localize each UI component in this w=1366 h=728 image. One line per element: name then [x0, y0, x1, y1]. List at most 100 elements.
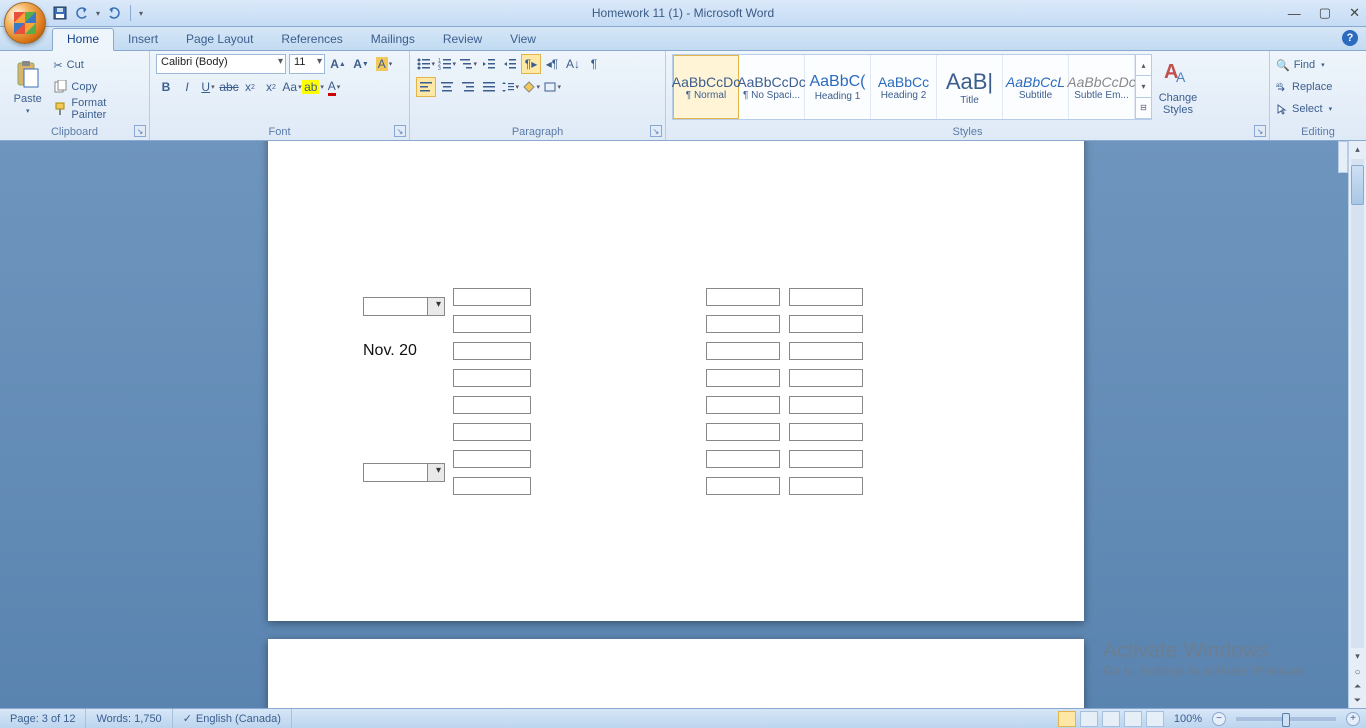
- change-case-button[interactable]: Aa: [282, 77, 302, 97]
- minimize-button[interactable]: —: [1288, 6, 1301, 21]
- tab-page-layout[interactable]: Page Layout: [172, 29, 267, 50]
- help-icon[interactable]: ?: [1342, 30, 1358, 46]
- status-words[interactable]: Words: 1,750: [86, 709, 172, 728]
- superscript-button[interactable]: x2: [261, 77, 281, 97]
- tab-references[interactable]: References: [267, 29, 356, 50]
- font-launcher[interactable]: ↘: [394, 125, 406, 137]
- grow-font-button[interactable]: A▲: [328, 54, 348, 74]
- account-input[interactable]: [453, 450, 531, 468]
- maximize-button[interactable]: ▢: [1319, 5, 1331, 21]
- style-subtitle[interactable]: AaBbCcLSubtitle: [1003, 55, 1069, 119]
- debit-input[interactable]: [706, 396, 780, 414]
- scroll-track[interactable]: [1351, 159, 1364, 648]
- account-input[interactable]: [453, 315, 531, 333]
- find-button[interactable]: 🔍Find▾: [1276, 54, 1325, 76]
- date-select[interactable]: [363, 463, 445, 482]
- font-color-button[interactable]: A: [324, 77, 344, 97]
- account-input[interactable]: [453, 342, 531, 360]
- style-heading-2[interactable]: AaBbCcHeading 2: [871, 55, 937, 119]
- account-input[interactable]: [453, 477, 531, 495]
- debit-input[interactable]: [706, 342, 780, 360]
- debit-input[interactable]: [706, 477, 780, 495]
- bold-button[interactable]: B: [156, 77, 176, 97]
- sort-button[interactable]: A↓: [563, 54, 583, 74]
- save-icon[interactable]: [52, 5, 68, 21]
- format-painter-button[interactable]: Format Painter: [53, 98, 143, 120]
- account-input[interactable]: [453, 369, 531, 387]
- web-layout-view[interactable]: [1102, 711, 1120, 727]
- date-select[interactable]: [363, 297, 445, 316]
- credit-input[interactable]: [789, 369, 863, 387]
- align-center-button[interactable]: [437, 77, 457, 97]
- paste-button[interactable]: Paste ▾: [6, 54, 49, 120]
- debit-input[interactable]: [706, 369, 780, 387]
- vertical-scrollbar[interactable]: ▴ ▾ ○ ⏶ ⏷: [1348, 141, 1366, 708]
- close-button[interactable]: ✕: [1349, 5, 1360, 21]
- style-normal[interactable]: AaBbCcDc¶ Normal: [673, 55, 739, 119]
- increase-indent-button[interactable]: [500, 54, 520, 74]
- qat-customize-icon[interactable]: ▾: [139, 9, 143, 18]
- tab-home[interactable]: Home: [52, 28, 114, 51]
- paragraph-launcher[interactable]: ↘: [650, 125, 662, 137]
- credit-input[interactable]: [789, 477, 863, 495]
- print-layout-view[interactable]: [1058, 711, 1076, 727]
- style-no-spacing[interactable]: AaBbCcDc¶ No Spaci...: [739, 55, 805, 119]
- gallery-up-icon[interactable]: ▴: [1136, 55, 1151, 76]
- zoom-level[interactable]: 100%: [1174, 713, 1202, 725]
- account-input[interactable]: [453, 288, 531, 306]
- show-marks-button[interactable]: ¶: [584, 54, 604, 74]
- redo-icon[interactable]: [106, 5, 122, 21]
- document-page-4[interactable]: Closing entries: Date Account Titles and…: [268, 639, 1084, 708]
- strikethrough-button[interactable]: abc: [219, 77, 239, 97]
- scroll-up-icon[interactable]: ▴: [1349, 141, 1366, 157]
- style-heading-1[interactable]: AaBbC(Heading 1: [805, 55, 871, 119]
- ruler-toggle[interactable]: [1338, 141, 1348, 173]
- shrink-font-button[interactable]: A▼: [351, 54, 371, 74]
- draft-view[interactable]: [1146, 711, 1164, 727]
- rtl-button[interactable]: ◂¶: [542, 54, 562, 74]
- highlight-button[interactable]: ab: [303, 77, 323, 97]
- style-title[interactable]: AaB|Title: [937, 55, 1003, 119]
- zoom-slider[interactable]: [1236, 717, 1336, 721]
- clipboard-launcher[interactable]: ↘: [134, 125, 146, 137]
- credit-input[interactable]: [789, 423, 863, 441]
- credit-input[interactable]: [789, 450, 863, 468]
- cut-button[interactable]: ✂Cut: [53, 54, 143, 76]
- ltr-button[interactable]: ¶▸: [521, 54, 541, 74]
- credit-input[interactable]: [789, 315, 863, 333]
- scroll-down-icon[interactable]: ▾: [1349, 648, 1366, 664]
- shading-button[interactable]: [521, 77, 541, 97]
- tab-review[interactable]: Review: [429, 29, 496, 50]
- credit-input[interactable]: [789, 288, 863, 306]
- scroll-thumb[interactable]: [1351, 165, 1364, 205]
- account-input[interactable]: [453, 396, 531, 414]
- align-left-button[interactable]: [416, 77, 436, 97]
- full-screen-view[interactable]: [1080, 711, 1098, 727]
- account-input[interactable]: [453, 423, 531, 441]
- select-button[interactable]: Select▾: [1276, 98, 1332, 120]
- credit-input[interactable]: [789, 342, 863, 360]
- styles-launcher[interactable]: ↘: [1254, 125, 1266, 137]
- font-size-combo[interactable]: 11: [289, 54, 325, 74]
- bullets-button[interactable]: [416, 54, 436, 74]
- font-name-combo[interactable]: Calibri (Body): [156, 54, 286, 74]
- outline-view[interactable]: [1124, 711, 1142, 727]
- undo-icon[interactable]: [74, 5, 90, 21]
- copy-button[interactable]: Copy: [53, 76, 143, 98]
- tab-mailings[interactable]: Mailings: [357, 29, 429, 50]
- debit-input[interactable]: [706, 450, 780, 468]
- tab-insert[interactable]: Insert: [114, 29, 172, 50]
- tab-view[interactable]: View: [496, 29, 550, 50]
- style-subtle-emphasis[interactable]: AaBbCcDcSubtle Em...: [1069, 55, 1135, 119]
- debit-input[interactable]: [706, 288, 780, 306]
- italic-button[interactable]: I: [177, 77, 197, 97]
- decrease-indent-button[interactable]: [479, 54, 499, 74]
- borders-button[interactable]: [542, 77, 562, 97]
- multilevel-button[interactable]: [458, 54, 478, 74]
- debit-input[interactable]: [706, 315, 780, 333]
- gallery-down-icon[interactable]: ▾: [1136, 76, 1151, 97]
- numbering-button[interactable]: 123: [437, 54, 457, 74]
- replace-button[interactable]: abReplace: [1276, 76, 1332, 98]
- clear-formatting-button[interactable]: A: [374, 54, 394, 74]
- debit-input[interactable]: [706, 423, 780, 441]
